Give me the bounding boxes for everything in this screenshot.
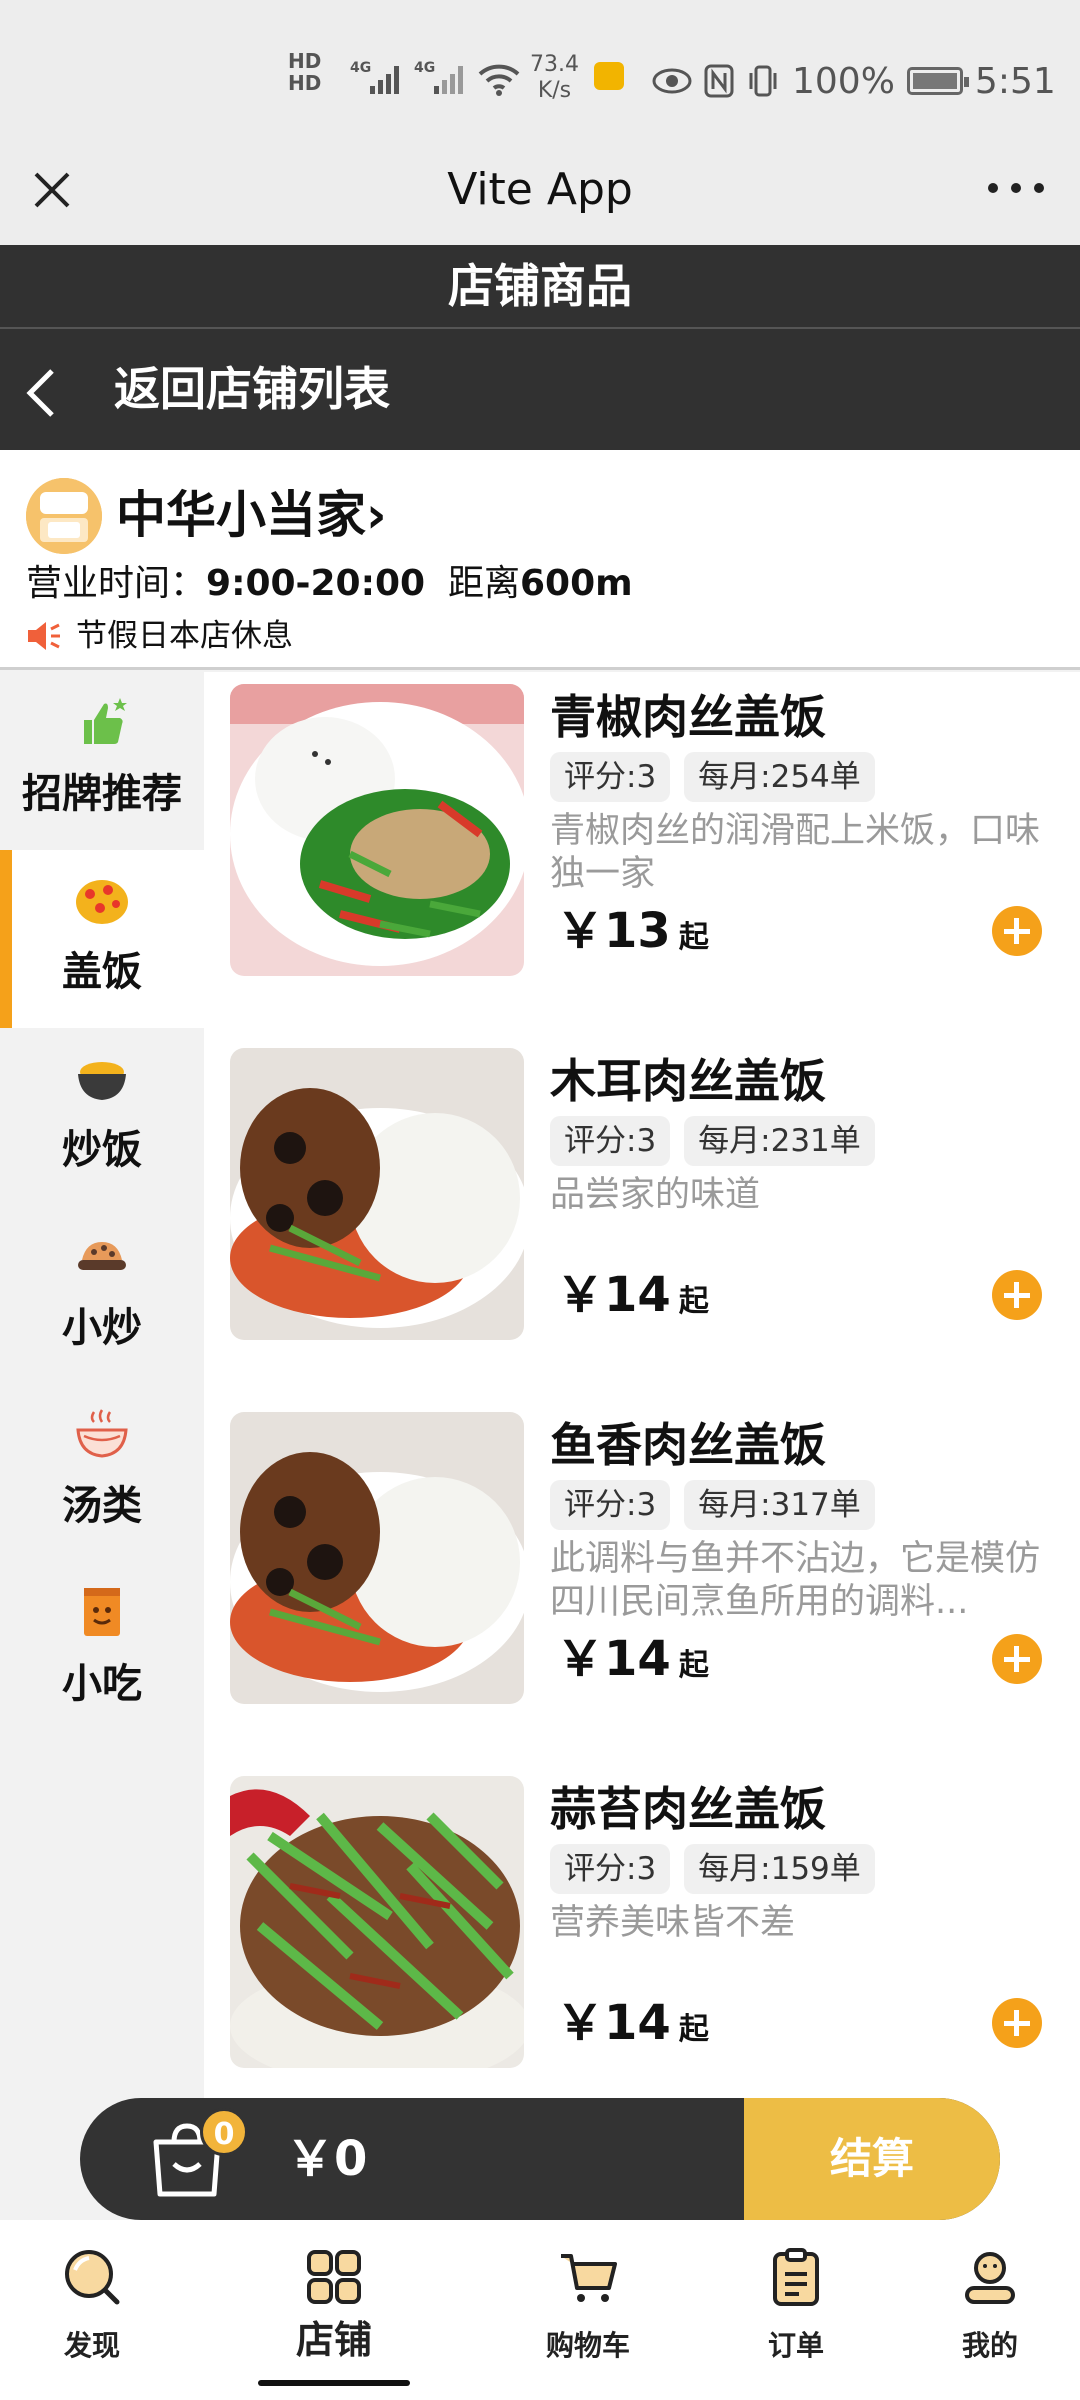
monthly-sales-tag: 每月:231单 — [684, 1116, 875, 1166]
add-to-cart-button[interactable] — [992, 906, 1042, 956]
app-header: Vite App — [0, 150, 1080, 245]
tab-store[interactable]: 店铺 — [254, 2220, 414, 2400]
food-image — [230, 684, 524, 976]
cart-count-badge: 0 — [200, 2108, 248, 2156]
item-tags: 评分:3 每月:254单 — [550, 752, 875, 802]
food-image — [230, 1048, 524, 1340]
message-notification-icon — [594, 62, 624, 90]
food-image — [230, 1776, 524, 2068]
svg-text:4G: 4G — [350, 60, 371, 76]
wifi-icon — [478, 64, 520, 96]
more-options-icon[interactable] — [988, 178, 1044, 198]
item-price: ￥14 起 — [556, 1267, 709, 1323]
store-info: 中华小当家› 营业时间：9:00-20:00 距离600m 节假日本店休息 — [0, 450, 1080, 670]
soup-icon — [76, 1409, 128, 1458]
snack-icon — [84, 1588, 120, 1636]
fried-rice-icon — [78, 1062, 126, 1100]
product-list: 青椒肉丝盖饭 评分:3 每月:254单 青椒肉丝的润滑配上米饭，口味独一家 ￥1… — [204, 672, 1080, 2220]
category-item-snack[interactable]: 小吃 — [0, 1562, 204, 1740]
category-item-soup[interactable]: 汤类 — [0, 1384, 204, 1562]
stir-fry-icon — [78, 1242, 126, 1270]
rating-tag: 评分:3 — [550, 1116, 671, 1166]
vibrate-icon — [749, 65, 777, 97]
store-name: 中华小当家 — [116, 486, 366, 544]
discover-icon — [65, 2250, 120, 2305]
cart-total: ￥0 — [286, 2131, 368, 2187]
battery-icon — [906, 67, 969, 95]
category-item-rice-bowl[interactable]: 盖饭 — [0, 850, 204, 1028]
rice-bowl-icon — [76, 880, 128, 924]
tab-orders[interactable]: 订单 — [716, 2220, 876, 2400]
network-hd-indicator: HD HD — [288, 49, 322, 95]
status-right-group: 100% 5:51 — [652, 56, 1056, 106]
list-item[interactable]: 鱼香肉丝盖饭 评分:3 每月:317单 此调料与鱼并不沾边，它是模仿四川民间烹鱼… — [204, 1400, 1080, 1764]
item-description: 品尝家的味道 — [550, 1175, 761, 1215]
rating-tag: 评分:3 — [550, 752, 671, 802]
checkout-button[interactable]: 结算 — [744, 2098, 1000, 2220]
monthly-sales-tag: 每月:254单 — [684, 752, 875, 802]
tab-profile[interactable]: 我的 — [910, 2220, 1070, 2400]
item-description: 营养美味皆不差 — [550, 1903, 796, 1943]
item-tags: 评分:3 每月:231单 — [550, 1116, 875, 1166]
active-tab-indicator — [258, 2380, 410, 2386]
category-item-signature[interactable]: 招牌推荐 — [0, 672, 204, 850]
list-item[interactable]: 蒜苔肉丝盖饭 评分:3 每月:159单 营养美味皆不差 ￥14 起 — [204, 1764, 1080, 2128]
bottom-tab-bar: 发现 店铺 购物车 订单 我的 — [0, 2220, 1080, 2400]
item-price: ￥13 起 — [556, 903, 709, 959]
order-icon — [773, 2248, 819, 2306]
rating-tag: 评分:3 — [550, 1480, 671, 1530]
chevron-right-icon: › — [366, 486, 387, 544]
clock-time: 5:51 — [974, 60, 1056, 102]
add-to-cart-button[interactable] — [992, 1270, 1042, 1320]
tab-discover[interactable]: 发现 — [12, 2220, 172, 2400]
nfc-icon — [704, 64, 734, 98]
category-item-stir-fry[interactable]: 小炒 — [0, 1206, 204, 1384]
speaker-icon — [28, 622, 60, 650]
tab-cart[interactable]: 购物车 — [508, 2220, 668, 2400]
category-item-fried-rice[interactable]: 炒饭 — [0, 1028, 204, 1206]
add-to-cart-button[interactable] — [992, 1998, 1042, 2048]
food-image — [230, 1412, 524, 1704]
rating-tag: 评分:3 — [550, 1844, 671, 1894]
store-notice: 节假日本店休息 — [26, 614, 293, 658]
signal-4g-icon: 4G — [350, 60, 399, 94]
item-price: ￥14 起 — [556, 1631, 709, 1687]
status-bar: HD HD 4G 4G 73.4 K/s 100% 5:51 — [0, 0, 1080, 150]
battery-percent: 100% — [792, 60, 895, 102]
chevron-left-icon — [26, 369, 54, 417]
item-description: 青椒肉丝的润滑配上米饭，口味独一家 — [550, 811, 1041, 894]
back-to-store-list-button[interactable]: 返回店铺列表 — [0, 327, 1080, 450]
item-price: ￥14 起 — [556, 1995, 709, 2051]
app-title: Vite App — [447, 164, 633, 215]
item-name: 木耳肉丝盖饭 — [550, 1054, 826, 1108]
signal-4g-icon: 4G — [414, 60, 463, 94]
page-title: 店铺商品 — [0, 245, 1080, 327]
profile-icon — [965, 2252, 1015, 2304]
item-name: 鱼香肉丝盖饭 — [550, 1418, 826, 1472]
network-speed: 73.4 K/s — [530, 52, 579, 103]
item-name: 青椒肉丝盖饭 — [550, 690, 826, 744]
list-item[interactable]: 木耳肉丝盖饭 评分:3 每月:231单 品尝家的味道 ￥14 起 — [204, 1036, 1080, 1400]
store-grid-icon — [307, 2250, 361, 2304]
back-label: 返回店铺列表 — [114, 362, 390, 416]
store-name-link[interactable]: 中华小当家› — [116, 480, 387, 550]
category-sidebar: 招牌推荐 盖饭 炒饭 小炒 汤类 小吃 — [0, 672, 204, 2220]
item-name: 蒜苔肉丝盖饭 — [550, 1782, 826, 1836]
add-to-cart-button[interactable] — [992, 1634, 1042, 1684]
item-description: 此调料与鱼并不沾边，它是模仿四川民间烹鱼所用的调料... — [550, 1539, 1041, 1622]
thumbs-up-icon — [84, 698, 127, 744]
list-item[interactable]: 青椒肉丝盖饭 评分:3 每月:254单 青椒肉丝的润滑配上米饭，口味独一家 ￥1… — [204, 672, 1080, 1036]
svg-text:4G: 4G — [414, 60, 435, 76]
cart-icon — [561, 2254, 617, 2302]
eye-icon — [652, 68, 692, 94]
item-tags: 评分:3 每月:317单 — [550, 1480, 875, 1530]
store-logo — [26, 478, 102, 554]
store-hours: 营业时间：9:00-20:00 距离600m — [26, 563, 633, 604]
item-tags: 评分:3 每月:159单 — [550, 1844, 875, 1894]
monthly-sales-tag: 每月:317单 — [684, 1480, 875, 1530]
monthly-sales-tag: 每月:159单 — [684, 1844, 875, 1894]
